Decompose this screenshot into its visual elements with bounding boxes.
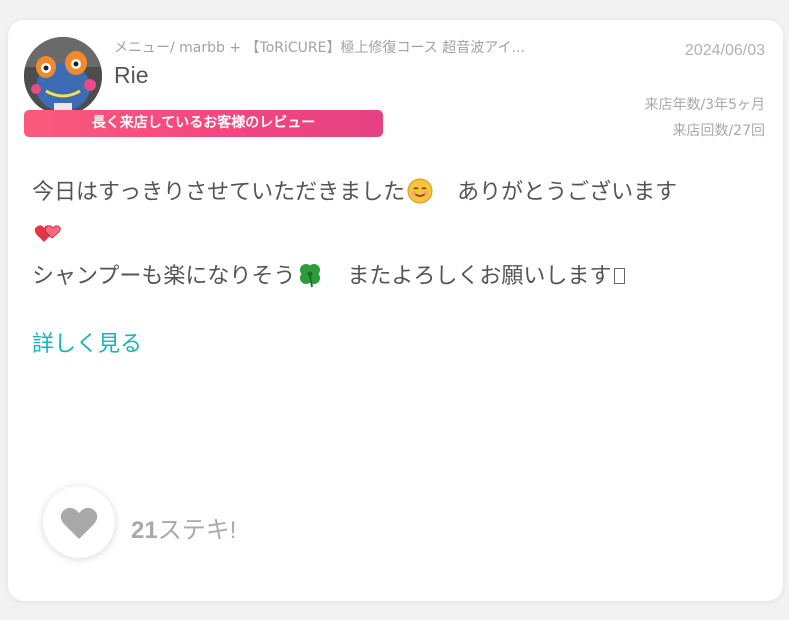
review-text-2b: またよろしくお願いします — [347, 264, 612, 289]
reviewer-avatar[interactable] — [24, 37, 102, 115]
like-button[interactable] — [43, 486, 115, 558]
like-count-number: 21 — [131, 517, 158, 544]
visit-count: 来店回数/27回 — [672, 123, 765, 139]
review-text-1b: ありがとうございます — [457, 180, 678, 205]
review-line-emoji — [32, 214, 762, 256]
read-more-link[interactable]: 詳しく見る — [32, 326, 142, 358]
like-count-label: ステキ! — [157, 517, 237, 544]
loyal-customer-badge: 長く来店しているお客様のレビュー — [24, 110, 383, 137]
review-text-1a: 今日はすっきりさせていただきました — [32, 180, 406, 205]
review-text-2a: シャンプーも楽になりそう — [32, 264, 296, 289]
review-line-2: シャンプーも楽になりそう またよろしくお願いします — [32, 256, 762, 298]
like-count: 21ステキ! — [131, 510, 236, 545]
reviewer-name: Rie — [114, 62, 149, 88]
monster-plush-avatar-icon — [24, 37, 102, 115]
heart-icon — [60, 507, 98, 539]
red-hearts-icon — [34, 220, 61, 246]
smiling-face-icon — [407, 178, 433, 204]
review-body: 今日はすっきりさせていただきました ありがとうございます シャンプーも楽になりそう… — [32, 172, 762, 298]
review-line-1: 今日はすっきりさせていただきました ありがとうございます — [32, 172, 762, 214]
missing-glyph-icon — [614, 268, 626, 284]
visit-years: 来店年数/3年5ヶ月 — [644, 97, 765, 113]
review-date: 2024/06/03 — [684, 42, 765, 59]
review-card: メニュー/ marbb + 【ToRiCURE】極上修復コース 超音波アイ...… — [8, 20, 783, 601]
four-leaf-clover-icon — [297, 262, 323, 288]
menu-line: メニュー/ marbb + 【ToRiCURE】極上修復コース 超音波アイ... — [114, 40, 525, 56]
